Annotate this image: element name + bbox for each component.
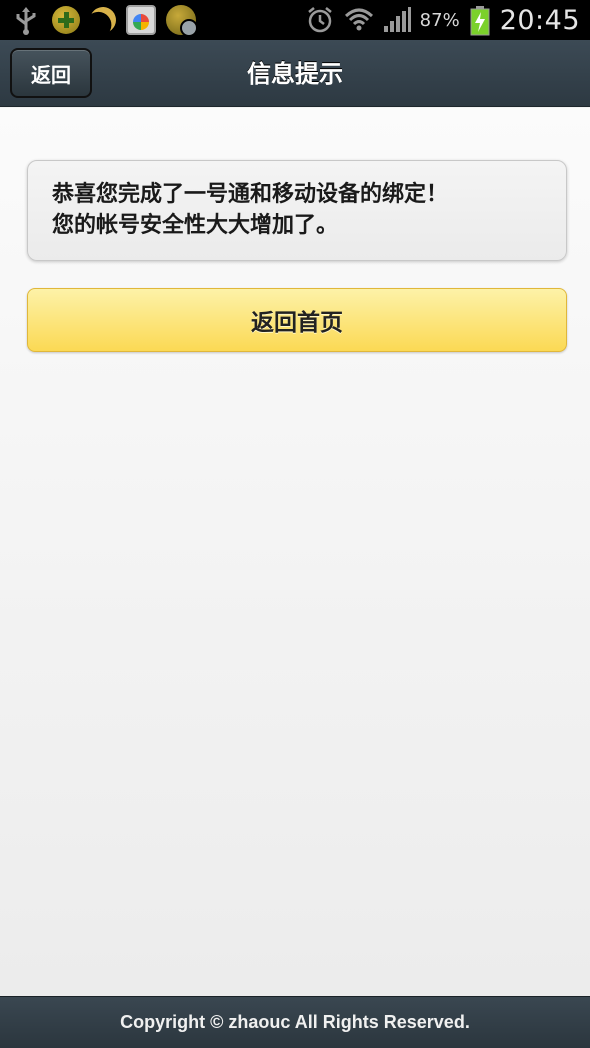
back-button[interactable]: 返回 bbox=[10, 48, 92, 98]
battery-percent: 87% bbox=[419, 9, 460, 31]
header: 信息提示 返回 bbox=[0, 40, 590, 107]
main-content: 恭喜您完成了一号通和移动设备的绑定！ 您的帐号安全性大大增加了。 返回首页 bbox=[0, 108, 590, 996]
alarm-icon bbox=[306, 6, 334, 34]
signal-icon bbox=[382, 6, 411, 34]
ball-check-icon bbox=[166, 5, 198, 37]
clock: 20:45 bbox=[499, 4, 580, 36]
battery-charging-icon bbox=[470, 6, 490, 36]
status-left bbox=[14, 3, 198, 37]
message-line-2: 您的帐号安全性大大增加了。 bbox=[52, 213, 339, 238]
message-box: 恭喜您完成了一号通和移动设备的绑定！ 您的帐号安全性大大增加了。 bbox=[27, 160, 567, 261]
usb-icon bbox=[14, 6, 42, 35]
footer-copyright: Copyright © zhaouc All Rights Reserved. bbox=[0, 996, 590, 1048]
status-right: 87% 20:45 bbox=[306, 5, 580, 36]
moon-icon bbox=[86, 3, 119, 36]
status-bar: 87% 20:45 bbox=[0, 0, 590, 40]
wifi-icon bbox=[344, 6, 373, 34]
app-icon bbox=[126, 5, 156, 35]
plus-circle-icon bbox=[52, 6, 80, 34]
message-line-1: 恭喜您完成了一号通和移动设备的绑定！ bbox=[52, 182, 449, 207]
home-button[interactable]: 返回首页 bbox=[27, 288, 567, 352]
